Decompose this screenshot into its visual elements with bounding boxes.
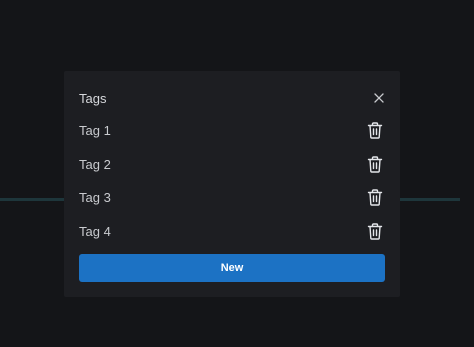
tag-row: Tag 3 [79,181,386,215]
tag-label: Tag 2 [79,156,111,172]
tag-label: Tag 3 [79,190,111,206]
close-button[interactable] [372,91,386,105]
delete-tag-button[interactable] [365,121,385,141]
trash-icon [367,189,383,207]
new-tag-button[interactable]: New [79,254,385,282]
background-divider [0,198,64,201]
tag-row: Tag 1 [79,114,386,148]
tag-label: Tag 1 [79,123,111,139]
trash-icon [367,223,383,240]
delete-tag-button[interactable] [365,188,385,208]
tag-row: Tag 2 [79,148,386,182]
tags-dialog: Tags Tag 1 Tag 2 Tag 3 Tag 4 New [64,71,400,297]
trash-icon [367,156,383,173]
tag-list: Tag 1 Tag 2 Tag 3 Tag 4 [79,114,386,248]
tag-row: Tag 4 [79,215,386,249]
delete-tag-button[interactable] [365,222,385,242]
dialog-title: Tags [79,90,107,106]
close-icon [374,93,384,103]
delete-tag-button[interactable] [365,154,385,174]
background-divider [400,198,460,201]
trash-icon [367,122,383,139]
dialog-header: Tags [79,88,386,108]
tag-label: Tag 4 [79,224,111,240]
